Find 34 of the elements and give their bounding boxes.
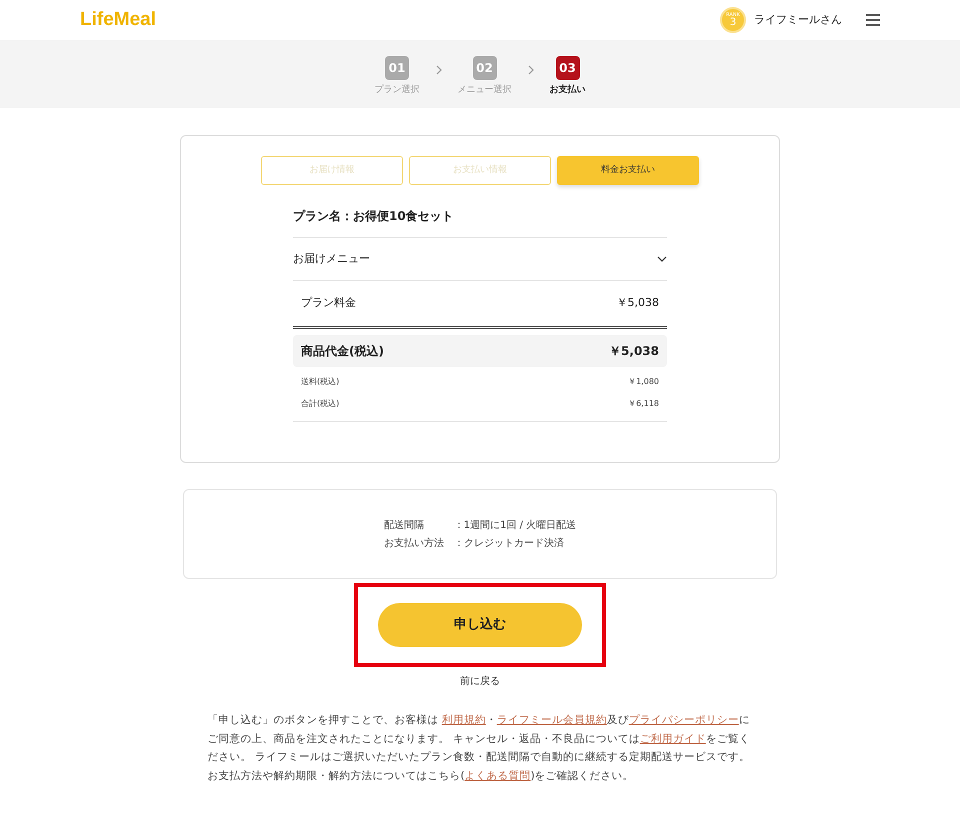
info-label: お支払い方法 (384, 536, 444, 550)
step-label: プラン選択 (374, 84, 420, 97)
chevron-right-icon (436, 64, 442, 75)
submit-button[interactable]: 申し込む (378, 603, 582, 647)
link[interactable]: ライフミール会員規約 (496, 714, 607, 726)
step-label: メニュー選択 (458, 84, 512, 97)
price-label: 送料(税込) (301, 376, 340, 388)
back-link[interactable]: 前に戻る (460, 676, 500, 687)
step-number: 02 (472, 56, 496, 80)
step-number: 01 (385, 56, 409, 80)
menu-icon[interactable] (866, 14, 880, 26)
chevron-down-icon (657, 256, 667, 262)
user-name: ライフミールさん (754, 12, 842, 28)
price-label: プラン料金 (301, 295, 356, 312)
price-value: ￥5,038 (616, 295, 659, 312)
price-value: ￥5,038 (609, 343, 659, 360)
link[interactable]: 利用規約 (442, 714, 486, 726)
link[interactable]: よくある質問 (464, 770, 531, 782)
info-label: 配送間隔 (384, 518, 425, 532)
price-label: 商品代金(税込) (301, 343, 384, 360)
price-value: ￥1,080 (628, 376, 659, 388)
price-label: 合計(税込) (301, 398, 340, 410)
accordion-header[interactable]: お届けメニュー (293, 237, 667, 281)
tab[interactable]: 料金お支払い (557, 156, 699, 185)
info-value: ：クレジットカード決済 (454, 536, 565, 550)
link[interactable]: ご利用ガイド (640, 732, 706, 744)
notice-text: 「申し込む」のボタンを押すことで、お客様は 利用規約・ライフミール会員規約及びプライバシーポリシー にご同意の上、商品を注文されたことになります。 キャンセル・返品・不良品については ご利用ガイド をご覧ください。 ライフミールはご選択いただいたプラン食数・配送間隔で自動的に継続する定期配送サービスです。お支払方法や解約期限・解約方法についてはこちら(よくある質問)をご確認ください。 (208, 713, 751, 784)
step-label: お支払い (550, 84, 586, 97)
chevron-right-icon (528, 64, 534, 75)
link[interactable]: プライバシーポリシー (628, 714, 739, 726)
price-value: ￥6,118 (628, 398, 659, 410)
info-value: ：1週間に1回 / 火曜日配送 (454, 518, 576, 532)
plan-name: プラン名：お得便10食セット (293, 208, 455, 225)
step-number: 03 (556, 56, 580, 80)
